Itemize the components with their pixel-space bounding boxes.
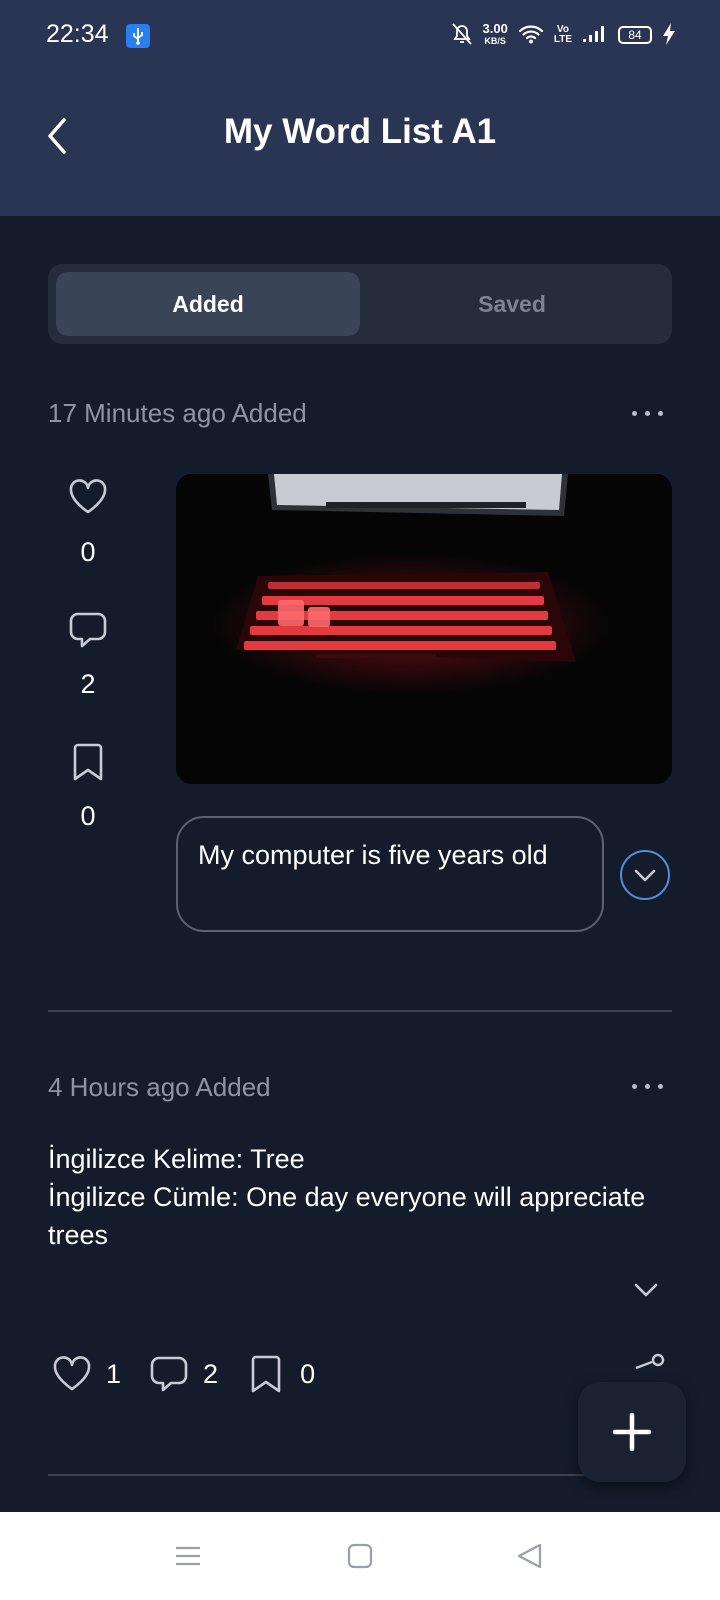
page-title: My Word List A1	[223, 112, 497, 151]
save-count: 0	[80, 801, 96, 831]
network-speed-value: 3.00	[482, 21, 508, 36]
mute-icon	[451, 22, 473, 49]
add-word-button[interactable]	[578, 1382, 686, 1482]
comment-action[interactable]: 2	[149, 1354, 218, 1394]
word-line: İngilizce Kelime: Tree	[48, 1144, 305, 1174]
network-speed-unit: KB/S	[484, 36, 506, 46]
expand-button[interactable]	[620, 850, 670, 900]
comment-column: 2	[60, 610, 116, 700]
tab-added[interactable]: Added	[56, 272, 360, 336]
signal-icon	[582, 25, 608, 46]
post-timestamp: 4 Hours ago Added	[48, 1072, 271, 1102]
bookmark-icon	[251, 1355, 281, 1393]
system-nav-bar	[0, 1512, 720, 1600]
bookmark-icon[interactable]	[60, 742, 116, 787]
keyboard-photo	[176, 474, 672, 784]
save-column: 0	[60, 742, 116, 832]
comment-count: 2	[203, 1358, 219, 1389]
chevron-down-icon	[634, 869, 656, 882]
network-speed: 3.00 KB/S	[482, 21, 508, 47]
heart-icon	[53, 1356, 91, 1391]
like-action[interactable]: 1	[52, 1355, 121, 1393]
tab-saved[interactable]: Saved	[360, 272, 664, 336]
wifi-icon	[518, 24, 544, 47]
volte-bottom: LTE	[553, 34, 572, 45]
post-image[interactable]	[176, 474, 672, 784]
post-divider	[48, 1474, 672, 1476]
like-count: 0	[80, 537, 96, 567]
status-bar: 22:34 3.00 KB/S Vo LTE 84	[0, 0, 720, 72]
charging-icon	[662, 22, 676, 48]
sentence-box[interactable]: My computer is five years old	[176, 816, 604, 932]
post-text: İngilizce Kelime: Tree İngilizce Cümle: …	[48, 1140, 648, 1254]
post-timestamp: 17 Minutes ago Added	[48, 398, 307, 428]
more-options-icon[interactable]	[632, 408, 668, 418]
post-actions: 1 2 0	[52, 1352, 343, 1396]
comment-count: 2	[80, 669, 96, 699]
comment-icon	[150, 1356, 188, 1392]
post-divider	[48, 1010, 672, 1012]
save-action[interactable]: 0	[246, 1354, 315, 1394]
battery-icon: 84	[618, 26, 652, 44]
share-icon[interactable]	[632, 1352, 668, 1370]
back-triangle-icon[interactable]	[514, 1540, 546, 1572]
expand-chevron-icon[interactable]	[632, 1280, 660, 1300]
plus-icon	[612, 1412, 652, 1452]
tab-bar: Added Saved	[48, 264, 672, 344]
battery-level: 84	[628, 28, 642, 42]
volte-indicator: Vo LTE	[554, 25, 572, 45]
sentence-line: İngilizce Cümle: One day everyone will a…	[48, 1182, 646, 1250]
menu-icon[interactable]	[172, 1540, 204, 1572]
heart-icon[interactable]	[60, 478, 116, 521]
status-time: 22:34	[46, 20, 109, 48]
home-square-icon[interactable]	[344, 1540, 376, 1572]
more-options-icon[interactable]	[632, 1081, 668, 1091]
like-count: 1	[106, 1358, 122, 1389]
save-count: 0	[300, 1358, 316, 1389]
comment-icon[interactable]	[60, 610, 116, 655]
usb-icon	[126, 24, 150, 48]
like-column: 0	[60, 478, 116, 568]
